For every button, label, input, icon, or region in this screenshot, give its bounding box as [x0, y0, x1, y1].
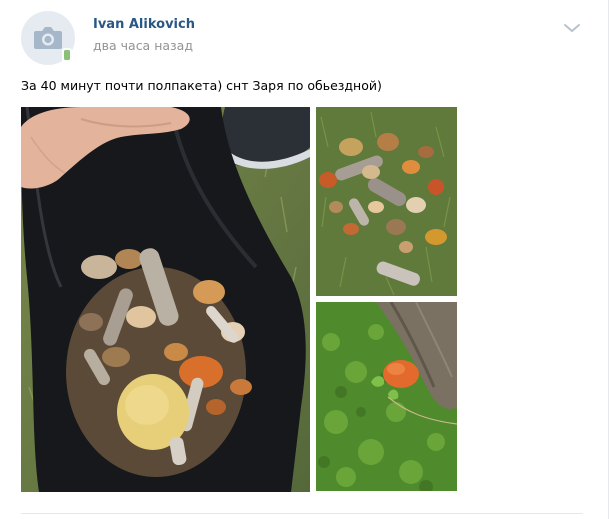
wall-post: Ivan Alikovich два часа назад За 40 мину…	[0, 0, 609, 519]
post-photo-3[interactable]	[316, 302, 457, 491]
post-divider	[21, 513, 583, 514]
post-photo-1[interactable]	[21, 107, 310, 492]
chevron-down-icon[interactable]	[563, 22, 581, 34]
post-text: За 40 минут почти полпакета) снт Заря по…	[21, 78, 382, 93]
camera-icon	[34, 27, 62, 49]
post-photo-2[interactable]	[316, 107, 457, 296]
mobile-online-icon	[62, 48, 72, 62]
post-author[interactable]: Ivan Alikovich	[93, 17, 195, 32]
post-time[interactable]: два часа назад	[93, 38, 193, 53]
